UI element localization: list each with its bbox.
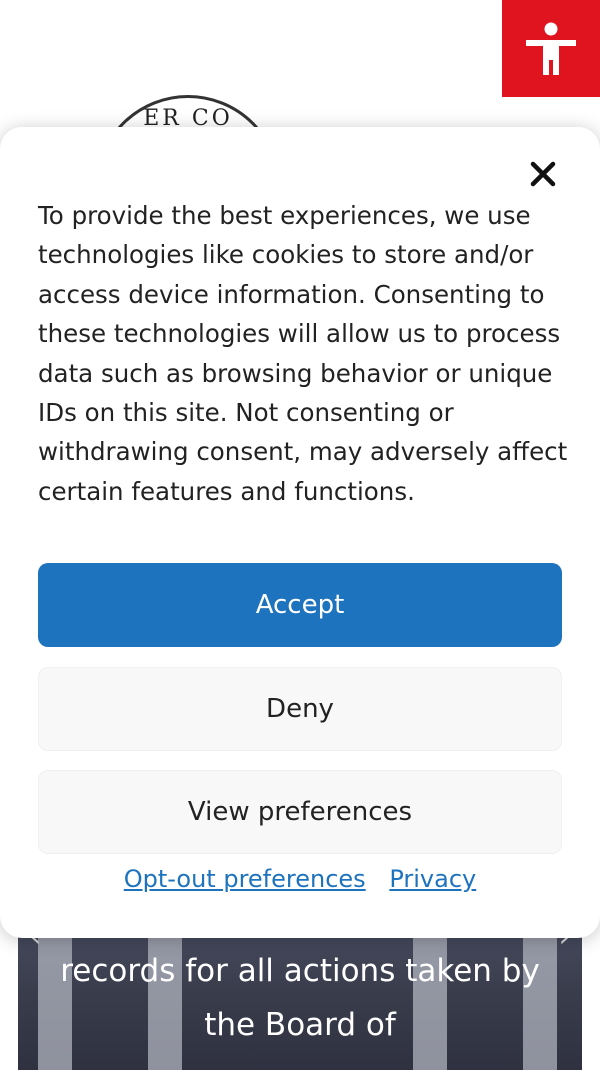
consent-message: To provide the best experiences, we use … — [38, 201, 568, 506]
view-preferences-button[interactable]: View preferences — [38, 770, 562, 854]
accessibility-person-icon — [526, 22, 576, 75]
opt-out-preferences-link[interactable]: Opt-out preferences — [124, 865, 366, 893]
consent-links: Opt-out preferences Privacy — [0, 865, 600, 893]
accept-button[interactable]: Accept — [38, 563, 562, 647]
hero-caption: records for all actions taken by the Boa… — [60, 953, 540, 1043]
close-button[interactable] — [526, 157, 560, 191]
close-icon — [530, 161, 556, 187]
cookie-consent-dialog: To provide the best experiences, we use … — [0, 127, 600, 938]
privacy-link[interactable]: Privacy — [389, 865, 476, 893]
deny-button[interactable]: Deny — [38, 667, 562, 751]
accessibility-button[interactable] — [502, 0, 600, 97]
